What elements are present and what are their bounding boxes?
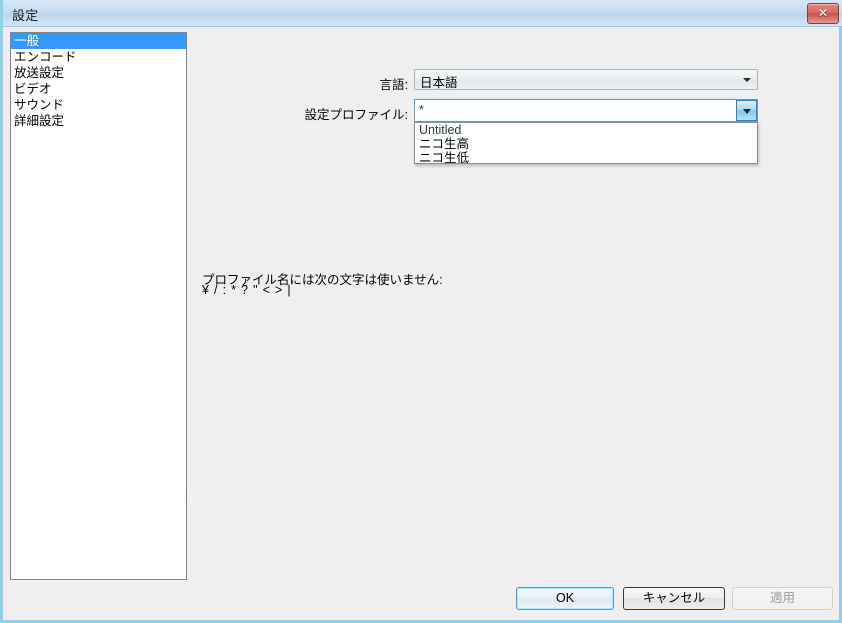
sidebar-item-sound[interactable]: サウンド [11, 97, 186, 113]
category-list[interactable]: 一般 エンコード 放送設定 ビデオ サウンド 詳細設定 [10, 32, 187, 580]
language-label: 言語: [379, 78, 408, 92]
language-combobox[interactable]: 日本語 [414, 69, 758, 90]
sidebar-item-video[interactable]: ビデオ [11, 81, 186, 97]
close-button[interactable]: ✕ [807, 3, 839, 24]
apply-button: 適用 [732, 587, 833, 610]
language-combobox-value: 日本語 [420, 76, 458, 90]
profile-combobox[interactable]: * [414, 99, 758, 122]
sidebar-item-broadcast[interactable]: 放送設定 [11, 65, 186, 81]
close-icon: ✕ [817, 6, 829, 20]
sidebar-item-general[interactable]: 一般 [11, 33, 186, 49]
profile-input[interactable]: * [419, 103, 424, 117]
sidebar-item-encode[interactable]: エンコード [11, 49, 186, 65]
cancel-button[interactable]: キャンセル [623, 587, 725, 610]
profile-dropdown-list[interactable]: Untitled ニコ生高 ニコ生低 [414, 122, 758, 164]
title-bar: 設定 ✕ [3, 0, 842, 27]
profile-option-nicolow[interactable]: ニコ生低 [415, 151, 757, 163]
ok-button[interactable]: OK [516, 587, 614, 610]
profile-option-nicohigh[interactable]: ニコ生高 [415, 137, 757, 151]
sidebar-item-advanced[interactable]: 詳細設定 [11, 113, 186, 129]
profile-option-untitled[interactable]: Untitled [415, 123, 757, 137]
window-title: 設定 [12, 8, 39, 23]
chevron-down-icon [743, 109, 751, 114]
profile-label: 設定プロファイル: [304, 108, 408, 122]
chevron-down-icon [743, 78, 751, 82]
panel-splitter-handle[interactable] [186, 494, 192, 508]
settings-dialog-window: 設定 ✕ 一般 エンコード 放送設定 ビデオ サウンド 詳細設定 言語: 日本語… [0, 0, 842, 623]
profile-dropdown-button[interactable] [736, 100, 757, 121]
profile-hint-line-2: ¥ / : * ? " < > | [202, 283, 292, 297]
